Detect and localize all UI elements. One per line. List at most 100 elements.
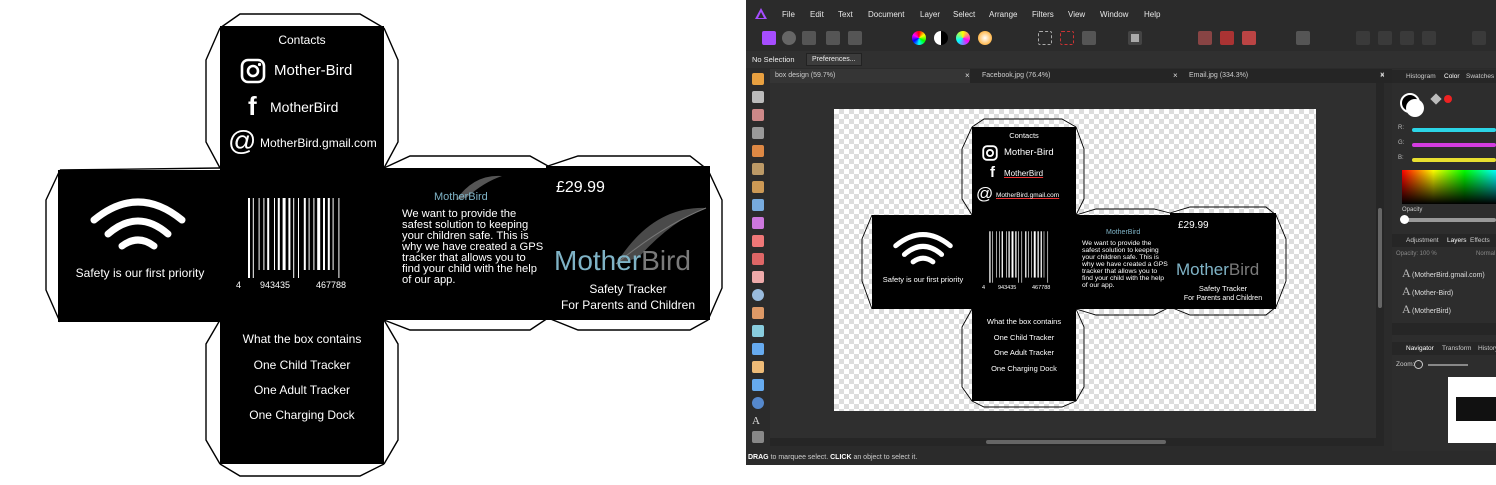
snapping-icon[interactable] xyxy=(1220,31,1234,45)
pen-tool-icon[interactable] xyxy=(752,361,764,373)
no-selection-icon[interactable] xyxy=(1060,31,1074,45)
menu-filters[interactable]: Filters xyxy=(1032,10,1054,19)
magnet-icon[interactable] xyxy=(1242,31,1256,45)
menu-layer[interactable]: Layer xyxy=(920,10,940,19)
red-color-dot[interactable] xyxy=(1444,95,1452,103)
artboard-price-face[interactable]: £29.99 MotherBird Safety Tracker For Par… xyxy=(1170,213,1276,309)
artboard-contacts-face[interactable]: Contacts Mother-Bird f MotherBird @ Moth… xyxy=(972,127,1076,215)
invert-selection-icon[interactable] xyxy=(1082,31,1096,45)
contrast-icon[interactable] xyxy=(934,31,948,45)
artboard-description-face[interactable]: MotherBird We want to provide the safest… xyxy=(1076,215,1172,309)
crop-tool-icon[interactable] xyxy=(752,127,764,139)
tab-history[interactable]: History xyxy=(1478,342,1496,355)
preferences-button[interactable]: Preferences... xyxy=(806,53,862,66)
marquee-icon[interactable] xyxy=(1038,31,1052,45)
blur-tool-icon[interactable] xyxy=(752,343,764,355)
tab-color[interactable]: Color xyxy=(1444,70,1460,83)
share-icon[interactable] xyxy=(848,31,862,45)
app-logo-icon[interactable] xyxy=(754,7,768,21)
smudge-tool-icon[interactable] xyxy=(752,253,764,265)
color-balance-icon[interactable] xyxy=(956,31,970,45)
mesh-tool-icon[interactable] xyxy=(752,431,764,443)
menu-document[interactable]: Document xyxy=(868,10,904,19)
tab-navigator[interactable]: Navigator xyxy=(1406,342,1434,355)
blue-channel-slider[interactable]: B: xyxy=(1398,155,1496,165)
grid-icon[interactable] xyxy=(1198,31,1212,45)
layer-opacity-field[interactable]: Opacity: 100 % xyxy=(1396,251,1437,257)
red-channel-slider[interactable]: R: xyxy=(1398,125,1496,135)
horizontal-scroll-thumb[interactable] xyxy=(986,440,1166,444)
tab-adjustment[interactable]: Adjustment xyxy=(1406,234,1439,247)
tab-close-box-design[interactable]: × xyxy=(965,69,970,83)
zoom-out-icon[interactable] xyxy=(1414,360,1423,369)
menu-edit[interactable]: Edit xyxy=(810,10,824,19)
color-wheel-icon[interactable] xyxy=(912,31,926,45)
paint-tool-icon[interactable] xyxy=(752,145,764,157)
text-tool-icon[interactable]: A xyxy=(752,415,764,427)
canvas-area[interactable]: Contacts Mother-Bird f MotherBird @ Moth… xyxy=(770,83,1384,438)
artboard[interactable]: Contacts Mother-Bird f MotherBird @ Moth… xyxy=(834,109,1316,411)
hand-tool-icon[interactable] xyxy=(752,73,764,85)
eyedropper-icon[interactable] xyxy=(1430,93,1442,105)
vertical-scroll-thumb[interactable] xyxy=(1378,208,1382,308)
panel-close-button[interactable]: × xyxy=(1380,70,1385,79)
tab-email[interactable]: Email.jpg (334.3%) xyxy=(1184,69,1384,83)
erase-tool-icon[interactable] xyxy=(752,271,764,283)
artboard-contents-face[interactable]: What the box contains One Child Tracker … xyxy=(972,309,1076,401)
stroke-color-swatch[interactable] xyxy=(1406,99,1424,117)
opacity-slider-handle[interactable] xyxy=(1400,215,1409,224)
menu-text[interactable]: Text xyxy=(838,10,853,19)
menu-arrange[interactable]: Arrange xyxy=(989,10,1017,19)
fill-tool-icon[interactable] xyxy=(752,199,764,211)
gradient-tool-icon[interactable] xyxy=(752,217,764,229)
move-tool-icon[interactable] xyxy=(752,91,764,103)
more-icon[interactable] xyxy=(1472,31,1486,45)
clone-tool-icon[interactable] xyxy=(752,163,764,175)
blend-mode-dropdown[interactable]: Normal xyxy=(1476,251,1495,257)
menu-view[interactable]: View xyxy=(1068,10,1085,19)
opacity-slider[interactable] xyxy=(1402,218,1496,222)
artboard-barcode-face[interactable]: 4 943435 467788 xyxy=(972,215,1076,309)
arrange-icon[interactable] xyxy=(1400,31,1414,45)
tab-facebook[interactable]: Facebook.jpg (76.4%) xyxy=(977,69,1177,83)
dodge-tool-icon[interactable] xyxy=(752,307,764,319)
align-icon[interactable] xyxy=(1356,31,1370,45)
distribute-icon[interactable] xyxy=(1378,31,1392,45)
pixel-persona-icon[interactable] xyxy=(782,31,796,45)
horizontal-scrollbar[interactable] xyxy=(770,438,1384,446)
sponge-tool-icon[interactable] xyxy=(752,325,764,337)
mask-icon[interactable] xyxy=(1128,31,1142,45)
pencil-tool-icon[interactable] xyxy=(752,235,764,247)
shape-tool-icon[interactable] xyxy=(752,397,764,409)
node-tool-icon[interactable] xyxy=(752,379,764,391)
white-balance-icon[interactable] xyxy=(978,31,992,45)
tagline-2: For Parents and Children xyxy=(560,298,696,312)
tab-close-facebook[interactable]: × xyxy=(1173,69,1178,83)
menu-window[interactable]: Window xyxy=(1100,10,1128,19)
zoom-slider[interactable] xyxy=(1428,364,1468,366)
assistant-icon[interactable] xyxy=(1296,31,1310,45)
export-persona-icon[interactable] xyxy=(802,31,816,45)
color-picker-spectrum[interactable] xyxy=(1402,170,1496,204)
histogram-icon[interactable] xyxy=(826,31,840,45)
tab-box-design[interactable]: box design (59.7%) xyxy=(770,69,970,83)
menu-file[interactable]: File xyxy=(782,10,795,19)
layer-instagram[interactable]: A(Mother-Bird) xyxy=(1402,283,1496,299)
tab-effects[interactable]: Effects xyxy=(1470,234,1490,247)
menu-help[interactable]: Help xyxy=(1144,10,1160,19)
brush-tool-icon[interactable] xyxy=(752,109,764,121)
vertical-scrollbar[interactable] xyxy=(1376,83,1384,438)
layer-facebook[interactable]: A(MotherBird) xyxy=(1402,301,1496,317)
boolean-icon[interactable] xyxy=(1422,31,1436,45)
tab-histogram[interactable]: Histogram xyxy=(1406,70,1436,83)
green-channel-slider[interactable]: G: xyxy=(1398,140,1496,150)
designer-persona-icon[interactable] xyxy=(762,31,776,45)
lasso-tool-icon[interactable] xyxy=(752,181,764,193)
tab-layers[interactable]: Layers xyxy=(1447,234,1467,247)
tab-transform[interactable]: Transform xyxy=(1442,342,1471,355)
artboard-safety-face[interactable]: Safety is our first priority xyxy=(872,215,974,309)
layer-email[interactable]: A(MotherBird.gmail.com) xyxy=(1402,265,1496,281)
menu-select[interactable]: Select xyxy=(953,10,975,19)
zoom-tool-icon[interactable] xyxy=(752,289,764,301)
tab-swatches[interactable]: Swatches xyxy=(1466,70,1494,83)
